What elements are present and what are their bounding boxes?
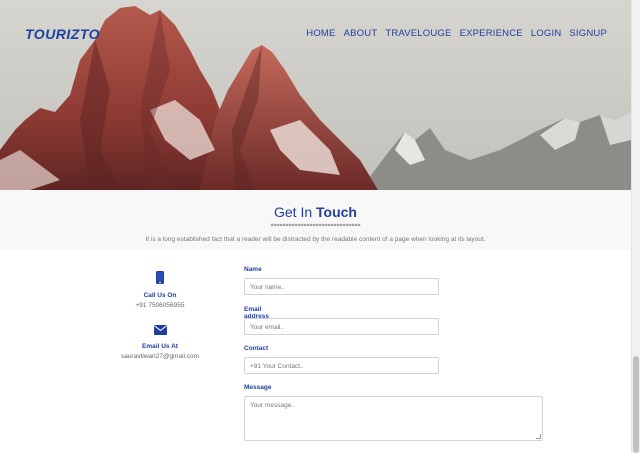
nav-login[interactable]: LOGIN xyxy=(531,28,562,39)
title-divider: ****************************** xyxy=(270,223,361,230)
email-title: Email Us At xyxy=(142,343,178,350)
contact-heading-section: Get In Touch ***************************… xyxy=(0,190,631,250)
email-value: sauravtiwari27@gmail.com xyxy=(120,353,200,360)
message-label: Message xyxy=(244,384,272,391)
call-title: Call Us On xyxy=(143,292,177,299)
email-input[interactable]: Your email.. xyxy=(244,318,439,335)
message-placeholder: Your message.. xyxy=(250,402,295,409)
nav-home[interactable]: HOME xyxy=(306,28,335,39)
nav-experience[interactable]: EXPERIENCE xyxy=(460,28,523,39)
name-input[interactable]: Your name.. xyxy=(244,278,439,295)
brand-logo[interactable]: TOURIZTO xyxy=(25,26,100,42)
nav-about[interactable]: ABOUT xyxy=(344,28,378,39)
nav-travelouge[interactable]: TRAVELOUGE xyxy=(385,28,451,39)
call-info: Call Us On +91 7506056955 xyxy=(110,271,210,309)
contact-input[interactable]: +91 Your Contact.. xyxy=(244,357,439,374)
call-value: +91 7506056955 xyxy=(135,302,185,309)
resize-handle[interactable] xyxy=(536,434,541,439)
page: TOURIZTO HOME ABOUT TRAVELOUGE EXPERIENC… xyxy=(0,0,640,453)
page-scrollbar[interactable] xyxy=(631,0,640,453)
envelope-icon xyxy=(153,325,167,335)
message-textarea[interactable]: Your message.. xyxy=(244,396,543,441)
section-description: It is a long established fact that a rea… xyxy=(145,236,486,243)
email-info: Email Us At sauravtiwari27@gmail.com xyxy=(110,322,210,360)
scrollbar-thumb[interactable] xyxy=(633,356,639,453)
hero-banner: TOURIZTO HOME ABOUT TRAVELOUGE EXPERIENC… xyxy=(0,0,631,190)
section-title: Get In Touch xyxy=(274,204,357,220)
name-label: Name xyxy=(244,266,262,273)
main-nav: HOME ABOUT TRAVELOUGE EXPERIENCE LOGIN S… xyxy=(306,28,607,39)
contact-label: Contact xyxy=(244,345,269,352)
phone-icon xyxy=(156,271,164,284)
nav-signup[interactable]: SIGNUP xyxy=(569,28,607,39)
